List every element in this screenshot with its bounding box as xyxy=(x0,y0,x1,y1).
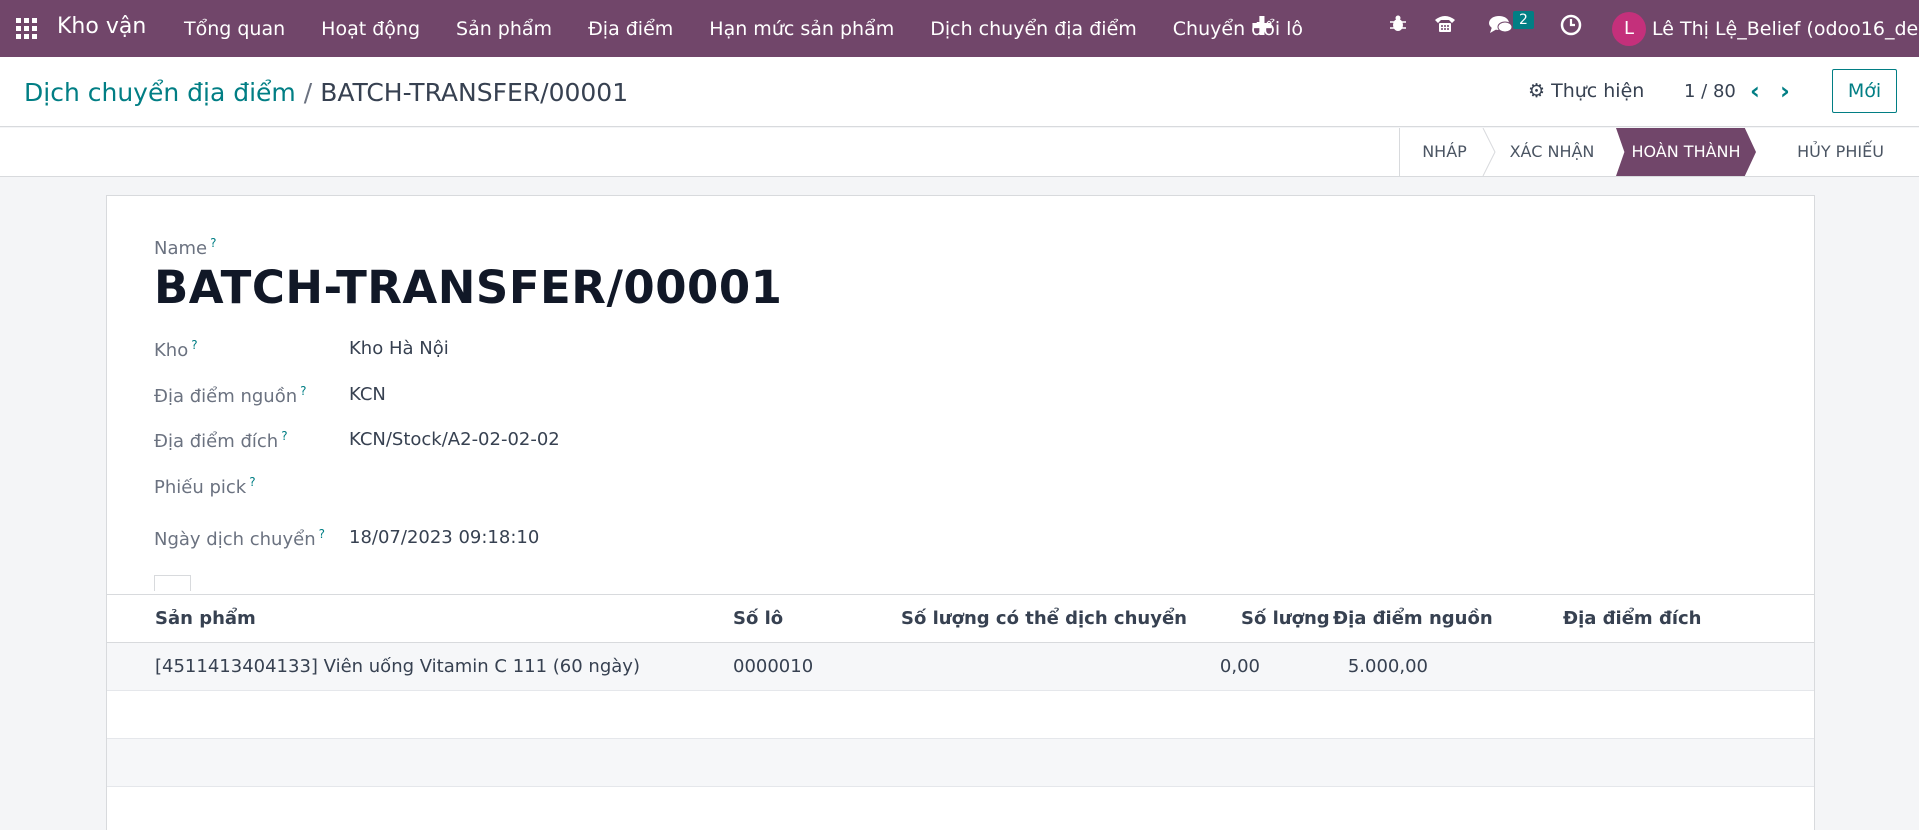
help-tooltip-icon[interactable]: ? xyxy=(319,527,325,541)
column-header-source-location[interactable]: Địa điểm nguồn xyxy=(1333,608,1493,629)
add-menu-icon[interactable]: ✚ xyxy=(1251,12,1273,42)
stage-confirmed[interactable]: XÁC NHẬN xyxy=(1489,128,1615,176)
record-name-field[interactable]: BATCH-TRANSFER/00001 xyxy=(154,261,782,314)
breadcrumb-parent-link[interactable]: Dịch chuyển địa điểm xyxy=(24,78,296,107)
empty-table-row xyxy=(107,691,1814,739)
cell-product[interactable]: [4511413404133] Viên uống Vitamin C 111 … xyxy=(155,656,640,677)
field-label-transfer-date: Ngày dịch chuyển? xyxy=(154,527,325,550)
menu-item-locations[interactable]: Địa điểm xyxy=(588,18,673,40)
name-label: Name? xyxy=(154,236,217,259)
action-label: Thực hiện xyxy=(1551,80,1645,102)
column-header-quantity[interactable]: Số lượng xyxy=(1241,608,1330,629)
control-panel: Dịch chuyển địa điểm / BATCH-TRANSFER/0000… xyxy=(0,57,1919,127)
messages-icon[interactable] xyxy=(1488,14,1514,41)
column-header-destination-location[interactable]: Địa điểm đích xyxy=(1563,608,1702,629)
breadcrumb-separator: / xyxy=(303,78,313,107)
notebook-tab[interactable] xyxy=(154,575,191,591)
app-name[interactable]: Kho vận xyxy=(57,14,146,39)
main-menu: Tổng quan Hoạt động Sản phẩm Địa điểm Hạ… xyxy=(184,18,1339,40)
user-name[interactable]: Lê Thị Lệ_Belief (odoo16_dev) xyxy=(1652,18,1919,40)
column-header-lot[interactable]: Số lô xyxy=(733,608,783,629)
menu-item-products[interactable]: Sản phẩm xyxy=(456,18,552,40)
stage-draft[interactable]: NHÁP xyxy=(1399,128,1489,176)
menu-item-lot-conversion[interactable]: Chuyển đổi lô xyxy=(1173,18,1303,40)
cell-quantity[interactable]: 5.000,00 xyxy=(1241,656,1428,677)
phone-icon[interactable] xyxy=(1433,14,1457,39)
cell-lot[interactable]: 0000010 xyxy=(733,656,813,677)
stage-cancelled[interactable]: HỦY PHIẾU xyxy=(1762,128,1919,176)
top-navbar: Kho vận Tổng quan Hoạt động Sản phẩm Địa… xyxy=(0,0,1919,57)
pager-previous-icon[interactable]: ‹ xyxy=(1750,77,1760,105)
breadcrumb: Dịch chuyển địa điểm / BATCH-TRANSFER/0000… xyxy=(24,78,628,107)
field-value-warehouse[interactable]: Kho Hà Nội xyxy=(349,338,449,359)
menu-item-operations[interactable]: Hoạt động xyxy=(321,18,420,40)
apps-menu-icon[interactable] xyxy=(16,18,37,39)
table-row[interactable]: [4511413404133] Viên uống Vitamin C 111 … xyxy=(107,643,1814,691)
stage-done[interactable]: HOÀN THÀNH xyxy=(1616,128,1756,176)
help-tooltip-icon[interactable]: ? xyxy=(300,384,306,398)
gear-icon: ⚙ xyxy=(1528,80,1546,102)
form-sheet: Name? BATCH-TRANSFER/00001 Kho? Kho Hà N… xyxy=(106,195,1815,830)
help-tooltip-icon[interactable]: ? xyxy=(281,429,287,443)
pager-next-icon[interactable]: › xyxy=(1780,77,1790,105)
menu-item-product-limits[interactable]: Hạn mức sản phẩm xyxy=(709,18,894,40)
field-value-source-location[interactable]: KCN xyxy=(349,384,386,405)
field-value-transfer-date[interactable]: 18/07/2023 09:18:10 xyxy=(349,527,539,548)
new-record-button[interactable]: Mới xyxy=(1832,69,1897,113)
field-value-destination-location[interactable]: KCN/Stock/A2-02-02-02 xyxy=(349,429,560,450)
field-label-source-location: Địa điểm nguồn? xyxy=(154,384,307,407)
field-label-destination-location: Địa điểm đích? xyxy=(154,429,288,452)
field-label-warehouse: Kho? xyxy=(154,338,198,361)
lines-table: Sản phẩm Số lô Số lượng có thể dịch chuy… xyxy=(107,594,1814,787)
empty-table-row xyxy=(107,739,1814,787)
status-bar: NHÁP XÁC NHẬN HOÀN THÀNH HỦY PHIẾU xyxy=(0,128,1919,177)
field-label-picking: Phiếu pick? xyxy=(154,475,256,498)
debug-bug-icon[interactable] xyxy=(1388,14,1408,39)
messages-count-badge: 2 xyxy=(1513,11,1534,29)
breadcrumb-current: BATCH-TRANSFER/00001 xyxy=(320,78,629,107)
help-tooltip-icon[interactable]: ? xyxy=(210,236,216,250)
cell-available-qty[interactable]: 0,00 xyxy=(901,656,1260,677)
user-avatar[interactable]: L xyxy=(1612,12,1646,46)
menu-item-location-transfers[interactable]: Dịch chuyển địa điểm xyxy=(930,18,1137,40)
action-button[interactable]: ⚙ Thực hiện xyxy=(1528,80,1644,102)
activity-clock-icon[interactable] xyxy=(1560,14,1582,41)
help-tooltip-icon[interactable]: ? xyxy=(191,338,197,352)
column-header-available-qty[interactable]: Số lượng có thể dịch chuyển xyxy=(901,608,1187,629)
menu-item-overview[interactable]: Tổng quan xyxy=(184,18,285,40)
table-header-row: Sản phẩm Số lô Số lượng có thể dịch chuy… xyxy=(107,594,1814,643)
help-tooltip-icon[interactable]: ? xyxy=(249,475,255,489)
pager-value[interactable]: 1 / 80 xyxy=(1684,81,1736,102)
column-header-product[interactable]: Sản phẩm xyxy=(155,608,256,629)
